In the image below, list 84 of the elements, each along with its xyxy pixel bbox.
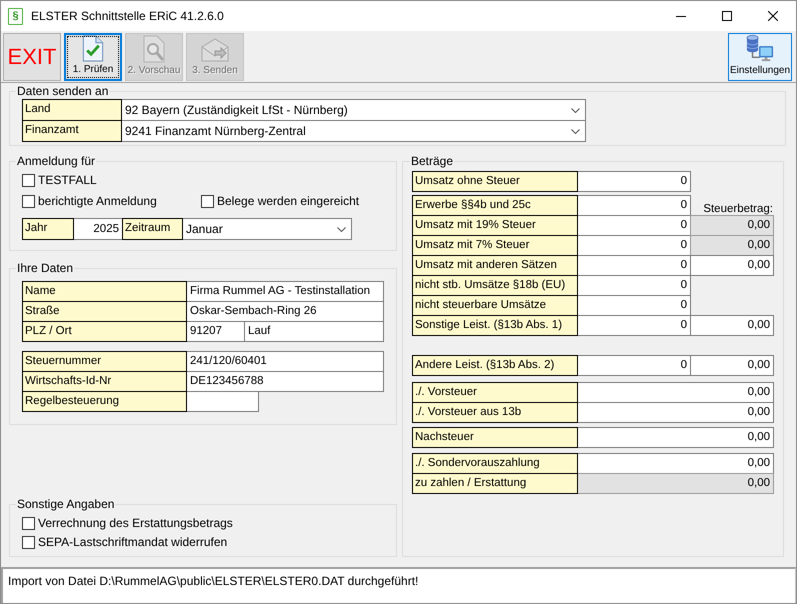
field-label: Wirtschafts-Id-Nr: [22, 371, 187, 392]
input-field[interactable]: 0: [577, 275, 691, 296]
chevron-down-icon: [571, 108, 580, 112]
input-field[interactable]: 0,00: [690, 315, 774, 336]
toolbar-button[interactable]: 1. Prüfen: [64, 33, 122, 81]
field-label: ./. Sondervorauszahlung: [412, 453, 578, 474]
checkbox-label: TESTFALL: [38, 173, 97, 187]
checkbox-label: Verrechnung des Erstattungsbetrags: [38, 516, 233, 530]
dropdown[interactable]: 9241 Finanzamt Nürnberg-Zentral: [121, 120, 586, 142]
field-label: Name: [22, 281, 187, 302]
checkbox[interactable]: [201, 194, 214, 208]
checkbox-label: berichtigte Anmeldung: [38, 194, 157, 208]
input-field: 0,00: [690, 215, 774, 236]
group-title: Ihre Daten: [16, 261, 74, 275]
checkbox[interactable]: [22, 194, 35, 208]
input-field[interactable]: 241/120/60401: [186, 351, 384, 372]
field-label: Steuernummer: [22, 351, 187, 372]
input-field[interactable]: 0,00: [577, 402, 774, 423]
field-label: nicht steuerbare Umsätze: [412, 295, 578, 316]
input-field[interactable]: 0,00: [577, 453, 774, 474]
field-label: Straße: [22, 301, 187, 322]
field-label: nicht stb. Umsätze §18b (EU): [412, 275, 578, 296]
input-field[interactable]: DE123456788: [186, 371, 384, 392]
input-field[interactable]: 0: [577, 215, 691, 236]
input-field[interactable]: 0: [577, 255, 691, 276]
envelope-arrow-icon: [201, 37, 229, 63]
field-label: Erwerbe §§4b und 25c: [412, 195, 578, 216]
field-label: ./. Vorsteuer: [412, 382, 578, 403]
document-magnifier-icon: [143, 35, 165, 63]
database-monitor-icon: [745, 34, 775, 62]
field-label: Zeitraum: [122, 218, 183, 240]
field-label: Umsatz mit 19% Steuer: [412, 215, 578, 236]
group-title: Sonstige Angaben: [16, 497, 116, 511]
close-icon: [768, 11, 778, 21]
field-label: Andere Leist. (§13b Abs. 2): [412, 355, 578, 376]
maximize-icon: [722, 11, 732, 21]
input-field: 0,00: [690, 235, 774, 256]
input-field[interactable]: 0: [577, 295, 691, 316]
input-field[interactable]: 0,00: [690, 255, 774, 276]
app-logo: §: [8, 8, 23, 24]
input-field[interactable]: 0,00: [577, 382, 774, 403]
field-label: Umsatz mit anderen Sätzen: [412, 255, 578, 276]
status-message: Import von Datei D:\RummelAG\public\ELSTER\ELSTER0.DAT durchgeführt!: [8, 574, 418, 588]
field-label: Umsatz ohne Steuer: [412, 171, 578, 192]
group-title: Beträge: [410, 154, 454, 168]
field-label: PLZ / Ort: [22, 321, 187, 342]
field-label: zu zahlen / Erstattung: [412, 473, 578, 494]
field-label: ./. Vorsteuer aus 13b: [412, 402, 578, 423]
checkbox-label: SEPA-Lastschriftmandat widerrufen: [38, 535, 228, 549]
field-label: Jahr: [22, 218, 74, 240]
checkbox[interactable]: [22, 174, 35, 186]
group-title: Anmeldung für: [16, 154, 96, 168]
input-field[interactable]: 0: [577, 315, 691, 336]
chevron-down-icon: [337, 226, 346, 232]
field-label: Nachsteuer: [412, 427, 578, 448]
input-field[interactable]: 0: [577, 355, 691, 376]
checkbox[interactable]: [22, 536, 35, 548]
field-label: Regelbesteuerung: [22, 391, 187, 412]
input-field[interactable]: 0: [577, 195, 691, 216]
window-title: ELSTER Schnittstelle ERiC 41.2.6.0: [31, 9, 224, 23]
settings-button[interactable]: Einstellungen: [728, 33, 792, 81]
input-field[interactable]: Oskar-Sembach-Ring 26: [186, 301, 384, 322]
input-field[interactable]: Lauf: [244, 321, 384, 342]
input-field[interactable]: 0: [577, 235, 691, 256]
field-label: Land: [22, 99, 122, 121]
input-field[interactable]: 91207: [186, 321, 245, 342]
input-field[interactable]: [186, 391, 259, 412]
input-field: 0,00: [577, 473, 774, 494]
input-field[interactable]: 2025: [73, 218, 123, 240]
checkbox[interactable]: [22, 516, 35, 530]
input-field[interactable]: 0: [577, 171, 691, 192]
chevron-down-icon: [571, 128, 580, 134]
document-check-icon: [82, 35, 104, 62]
input-field[interactable]: Firma Rummel AG - Testinstallation: [186, 281, 384, 302]
dropdown[interactable]: Januar: [182, 218, 352, 240]
input-field[interactable]: 0,00: [690, 355, 774, 376]
checkbox-label: Belege werden eingereicht: [217, 194, 360, 208]
dropdown[interactable]: 92 Bayern (Zuständigkeit LfSt - Nürnberg): [121, 99, 586, 121]
field-label: Umsatz mit 7% Steuer: [412, 235, 578, 256]
input-field[interactable]: 0,00: [577, 427, 774, 448]
field-label: Sonstige Leist. (§13b Abs. 1): [412, 315, 578, 336]
field-label: Finanzamt: [22, 120, 122, 142]
column-heading: Steuerbetrag:: [703, 203, 774, 216]
group-title: Daten senden an: [16, 84, 110, 98]
